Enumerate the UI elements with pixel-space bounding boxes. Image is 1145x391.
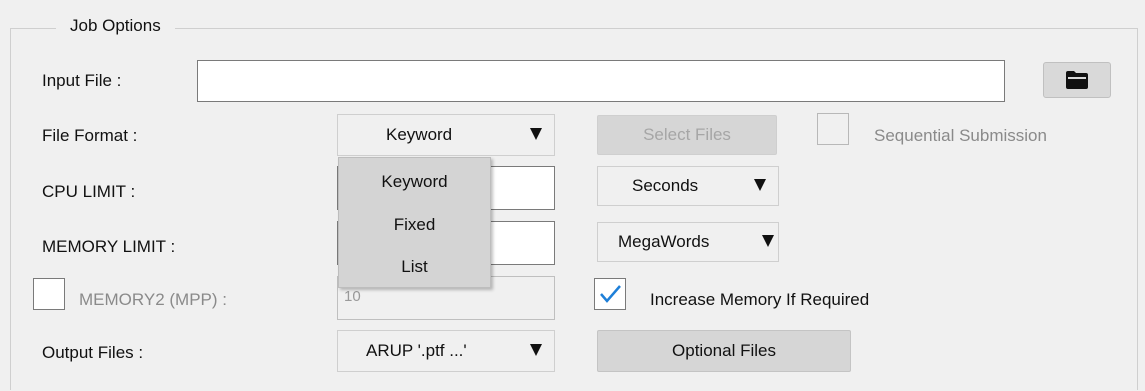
input-file-field[interactable]: [197, 60, 1005, 102]
browse-button[interactable]: [1043, 62, 1111, 98]
output-files-selected: ARUP '.ptf ...': [366, 341, 467, 360]
output-files-label: Output Files :: [42, 343, 144, 362]
select-files-button[interactable]: Select Files: [597, 115, 777, 155]
file-format-selected: Keyword: [386, 125, 453, 144]
memory2-checkbox[interactable]: [33, 278, 65, 310]
cpu-limit-unit: Seconds: [632, 176, 699, 195]
checkmark-icon: [600, 285, 621, 303]
sequential-submission-checkbox[interactable]: [817, 113, 849, 145]
triangle-down-icon: [530, 128, 542, 140]
file-format-dropdown[interactable]: Keyword: [337, 114, 555, 156]
cpu-limit-unit-dropdown[interactable]: Seconds: [597, 166, 779, 206]
output-files-dropdown[interactable]: ARUP '.ptf ...': [337, 330, 555, 372]
file-format-options-popup: Keyword Fixed List: [338, 157, 491, 288]
memory-limit-unit: MegaWords: [618, 232, 710, 251]
file-format-option-list[interactable]: List: [339, 257, 490, 277]
sequential-submission-label: Sequential Submission: [874, 126, 1047, 145]
optional-files-button[interactable]: Optional Files: [597, 330, 851, 372]
cpu-limit-label: CPU LIMIT :: [42, 182, 136, 201]
file-format-label: File Format :: [42, 126, 138, 145]
folder-icon: [1066, 71, 1088, 89]
memory-limit-unit-dropdown[interactable]: MegaWords: [597, 222, 779, 262]
increase-memory-checkbox[interactable]: [594, 278, 626, 310]
memory2-value: 10: [344, 288, 361, 305]
file-format-option-keyword[interactable]: Keyword: [339, 172, 490, 192]
group-title: Job Options: [56, 14, 175, 38]
triangle-down-icon: [530, 344, 542, 356]
file-format-option-fixed[interactable]: Fixed: [339, 215, 490, 235]
memory2-label: MEMORY2 (MPP) :: [79, 290, 227, 309]
triangle-down-icon: [762, 235, 774, 247]
input-file-label: Input File :: [42, 71, 122, 90]
memory-limit-label: MEMORY LIMIT :: [42, 237, 176, 256]
increase-memory-label: Increase Memory If Required: [650, 290, 870, 309]
triangle-down-icon: [754, 179, 766, 191]
